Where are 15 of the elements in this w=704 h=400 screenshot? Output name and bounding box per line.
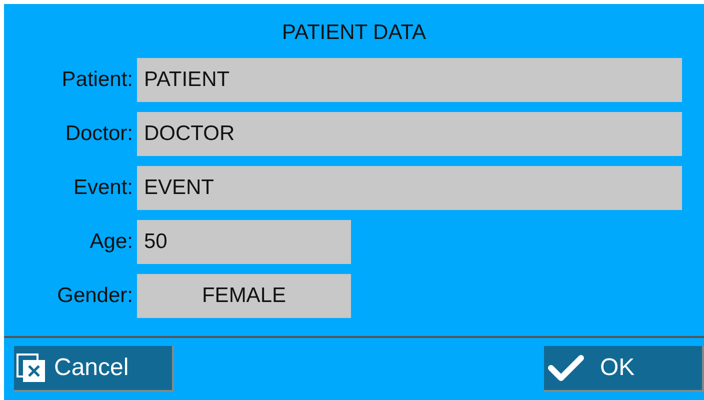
- input-field[interactable]: EVENT: [137, 166, 682, 210]
- field-label: Doctor:: [65, 121, 133, 148]
- field-label: Age:: [90, 229, 133, 256]
- input-field[interactable]: PATIENT: [137, 58, 682, 102]
- input-field[interactable]: DOCTOR: [137, 112, 682, 156]
- input-field[interactable]: 50: [137, 220, 351, 264]
- check-icon: [548, 354, 584, 382]
- dialog-title: PATIENT DATA: [282, 20, 426, 46]
- ok-button[interactable]: OK: [544, 346, 704, 392]
- gender-select[interactable]: FEMALE: [137, 274, 351, 318]
- field-label: Event:: [73, 175, 133, 202]
- cancel-button[interactable]: Cancel: [14, 346, 174, 392]
- field-label: Gender:: [57, 283, 133, 310]
- close-icon: [16, 353, 46, 383]
- field-label: Patient:: [62, 67, 133, 94]
